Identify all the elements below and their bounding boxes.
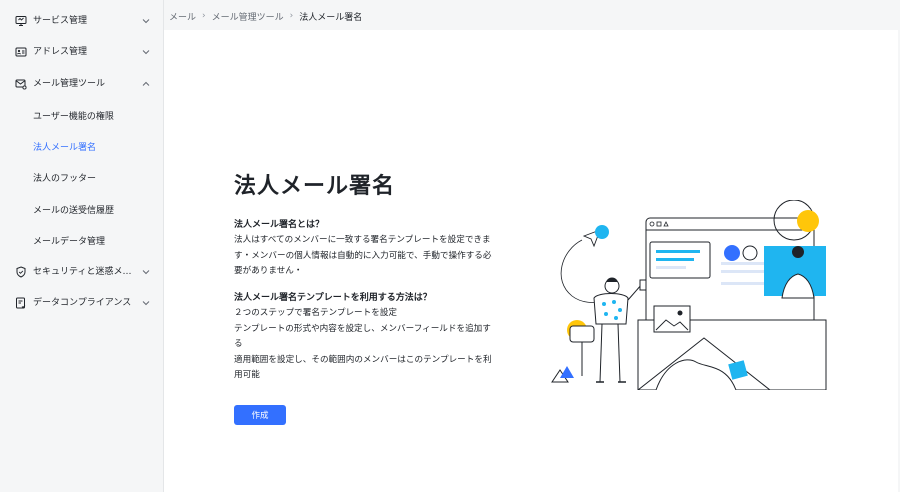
chevron-down-icon[interactable] <box>141 298 151 308</box>
sidebar-subitem-label: 法人メール署名 <box>33 143 97 153</box>
sidebar-subitem-user-permissions[interactable]: ユーザー機能の権限 <box>0 101 164 132</box>
page-title: 法人メール署名 <box>234 174 396 199</box>
sidebar-item-data-compliance[interactable]: データコンプライアンス <box>0 288 164 319</box>
sidebar-subitem-mail-history[interactable]: メールの送受信履歴 <box>0 195 164 226</box>
sidebar-subitem-corporate-footer[interactable]: 法人のフッター <box>0 163 164 194</box>
mail-settings-icon <box>15 79 27 90</box>
breadcrumb: メール › メール管理ツール › 法人メール署名 <box>169 9 362 23</box>
sidebar-subitem-label: メールの送受信履歴 <box>33 206 115 216</box>
sidebar: サービス管理 アドレス管理 メール管理ツール ユーザー機能の権限 法人メール署名… <box>0 0 164 492</box>
section-body-how-to: ２つのステップで署名テンプレートを設定 テンプレートの形式や内容を設定し、メンバ… <box>234 306 494 384</box>
sidebar-item-service-management[interactable]: サービス管理 <box>0 6 164 37</box>
sidebar-item-label: セキュリティと迷惑メール <box>33 267 137 277</box>
shield-icon <box>16 266 26 278</box>
chevron-down-icon[interactable] <box>141 16 151 26</box>
how-to-line: テンプレートの形式や内容を設定し、メンバーフィールドを追加する <box>234 323 491 350</box>
breadcrumb-item-mail[interactable]: メール <box>169 10 196 23</box>
chevron-down-icon[interactable] <box>141 47 151 57</box>
sidebar-subitem-label: メールデータ管理 <box>33 237 106 247</box>
contact-card-icon <box>15 47 27 57</box>
compliance-doc-icon <box>16 297 26 309</box>
sidebar-subitem-corporate-signature[interactable]: 法人メール署名 <box>0 132 164 163</box>
sidebar-item-address-management[interactable]: アドレス管理 <box>0 37 164 68</box>
sidebar-item-label: サービス管理 <box>33 16 88 26</box>
create-button[interactable]: 作成 <box>234 405 286 425</box>
chevron-down-icon[interactable] <box>141 267 151 277</box>
sidebar-item-mail-management-tools[interactable]: メール管理ツール <box>0 69 164 100</box>
sidebar-item-security-spam[interactable]: セキュリティと迷惑メール <box>0 257 164 288</box>
breadcrumb-separator-icon: › <box>289 11 294 21</box>
how-to-line: ２つのステップで署名テンプレートを設定 <box>234 308 398 318</box>
main-content: 法人メール署名 法人メール署名とは？ 法人はすべてのメンバーに一致する署名テンプ… <box>164 30 898 492</box>
breadcrumb-separator-icon: › <box>202 11 206 21</box>
breadcrumb-item-current: 法人メール署名 <box>299 12 363 23</box>
monitor-icon <box>15 16 27 26</box>
section-heading-what-is: 法人メール署名とは？ <box>234 220 325 230</box>
how-to-line: 適用範囲を設定し、その範囲内のメンバーはこのテンプレートを利用可能 <box>234 354 492 381</box>
breadcrumb-item-mail-tools[interactable]: メール管理ツール <box>212 10 284 23</box>
sidebar-item-label: データコンプライアンス <box>33 298 132 308</box>
sidebar-item-label: アドレス管理 <box>33 47 88 57</box>
section-body-what-is: 法人はすべてのメンバーに一致する署名テンプレートを設定できます・メンバーの個人情… <box>234 235 492 277</box>
sidebar-subitem-label: 法人のフッター <box>33 174 97 184</box>
signature-illustration <box>551 200 827 390</box>
sidebar-item-label: メール管理ツール <box>33 79 106 89</box>
section-heading-how-to: 法人メール署名テンプレートを利用する方法は？ <box>234 293 432 303</box>
sidebar-subitem-mail-data-management[interactable]: メールデータ管理 <box>0 226 164 257</box>
chevron-up-icon[interactable] <box>141 79 151 89</box>
sidebar-subitem-label: ユーザー機能の権限 <box>33 112 114 122</box>
